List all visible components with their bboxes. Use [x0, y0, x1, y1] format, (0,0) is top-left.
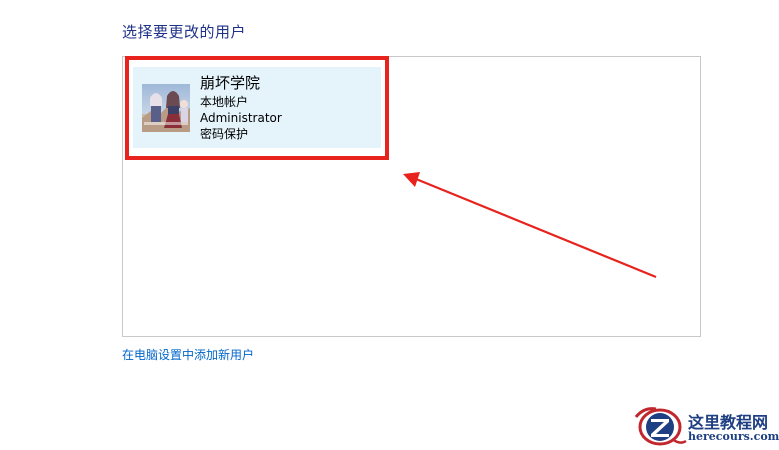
page-title: 选择要更改的用户: [122, 23, 247, 41]
password-status: 密码保护: [200, 127, 249, 141]
user-info: 崩坏学院 本地帐户 Administrator 密码保护: [200, 74, 282, 142]
user-tile[interactable]: 崩坏学院 本地帐户 Administrator 密码保护: [133, 67, 381, 148]
account-type: 本地帐户: [200, 95, 249, 109]
watermark-logo-icon: [634, 407, 687, 446]
site-watermark: 这里教程网 herecours.com: [632, 405, 779, 449]
user-avatar: [142, 84, 190, 132]
add-new-user-link[interactable]: 在电脑设置中添加新用户: [122, 346, 254, 363]
avatar-image: [142, 84, 190, 132]
user-name: 崩坏学院: [200, 74, 261, 92]
change-user-page: 选择要更改的用户 崩坏学院 本地帐户 Administrator 密码保护 在电…: [0, 0, 779, 450]
account-role: Administrator: [200, 111, 282, 125]
watermark-url: herecours.com: [688, 430, 779, 443]
user-list-panel: 崩坏学院 本地帐户 Administrator 密码保护: [122, 56, 701, 337]
